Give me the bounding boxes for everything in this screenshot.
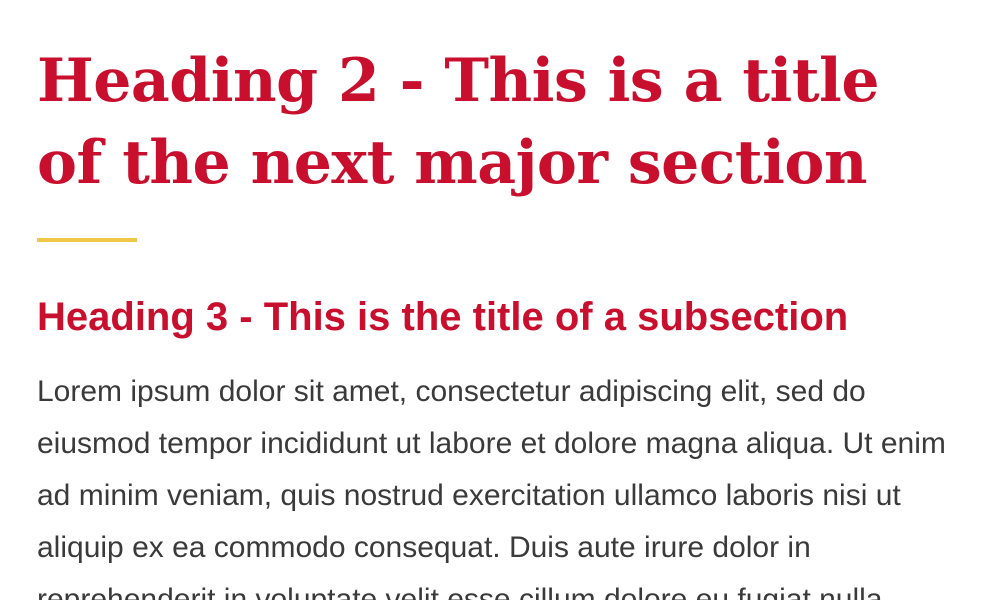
body-paragraph: Lorem ipsum dolor sit amet, consectetur … [37,375,946,600]
accent-divider [37,238,137,242]
content-page: Heading 2 - This is a title of the next … [0,0,1000,600]
subsection-heading: Heading 3 - This is the title of a subse… [37,295,849,339]
section-heading: Heading 2 - This is a title of the next … [37,46,880,198]
